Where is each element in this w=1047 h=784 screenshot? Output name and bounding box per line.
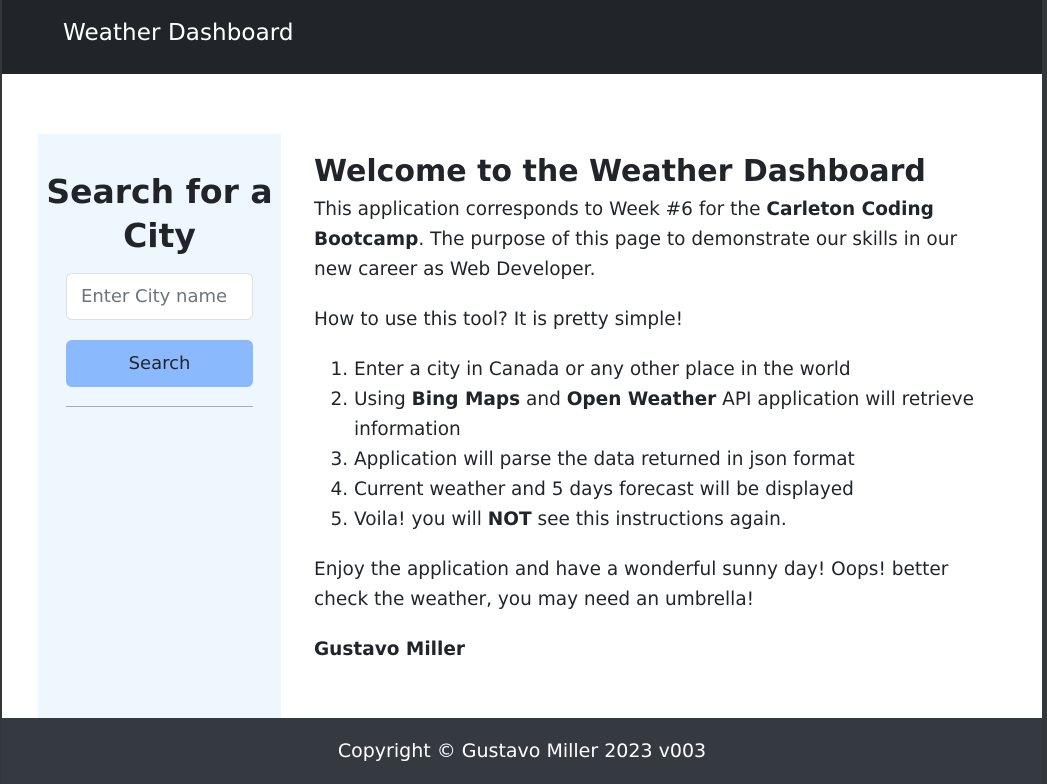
- intro-text-1: This application corresponds to Week #6 …: [314, 199, 767, 220]
- step-2-open-weather: Open Weather: [566, 389, 717, 410]
- search-button[interactable]: Search: [66, 340, 253, 387]
- list-item: Using Bing Maps and Open Weather API app…: [354, 385, 984, 445]
- step-2-bing-maps: Bing Maps: [411, 389, 521, 410]
- navbar: Weather Dashboard: [2, 0, 1042, 74]
- city-search-input[interactable]: [66, 273, 253, 320]
- welcome-content: Welcome to the Weather Dashboard This ap…: [314, 152, 984, 685]
- step-2-pre: Using: [354, 389, 412, 410]
- list-item: Current weather and 5 days forecast will…: [354, 475, 984, 505]
- step-5-pre: Voila! you will: [354, 509, 488, 530]
- search-sidebar: Search for a City Search: [38, 134, 281, 718]
- step-2-mid: and: [520, 389, 567, 410]
- howto-paragraph: How to use this tool? It is pretty simpl…: [314, 309, 684, 330]
- footer: Copyright © Gustavo Miller 2023 v003: [2, 718, 1042, 784]
- list-item: Enter a city in Canada or any other plac…: [354, 355, 984, 385]
- list-item: Application will parse the data returned…: [354, 445, 984, 475]
- step-3-text: Application will parse the data returned…: [354, 449, 855, 470]
- page-frame: Weather Dashboard Search for a City Sear…: [2, 0, 1042, 784]
- step-4-text: Current weather and 5 days forecast will…: [354, 479, 854, 500]
- step-5-not: NOT: [487, 509, 532, 530]
- instructions-list: Enter a city in Canada or any other plac…: [354, 355, 984, 535]
- navbar-brand[interactable]: Weather Dashboard: [63, 20, 294, 46]
- closing-paragraph: Enjoy the application and have a wonderf…: [314, 559, 949, 610]
- page-title: Welcome to the Weather Dashboard: [314, 154, 926, 189]
- intro-paragraph: This application corresponds to Week #6 …: [314, 195, 984, 285]
- step-5-post: see this instructions again.: [531, 509, 787, 530]
- sidebar-title: Search for a City: [46, 172, 273, 255]
- sidebar-divider: [66, 406, 253, 407]
- author-signature: Gustavo Miller: [314, 639, 466, 660]
- copyright-text: Copyright © Gustavo Miller 2023 v003: [337, 740, 707, 762]
- list-item: Voila! you will NOT see this instruction…: [354, 505, 984, 535]
- step-1-text: Enter a city in Canada or any other plac…: [354, 359, 851, 380]
